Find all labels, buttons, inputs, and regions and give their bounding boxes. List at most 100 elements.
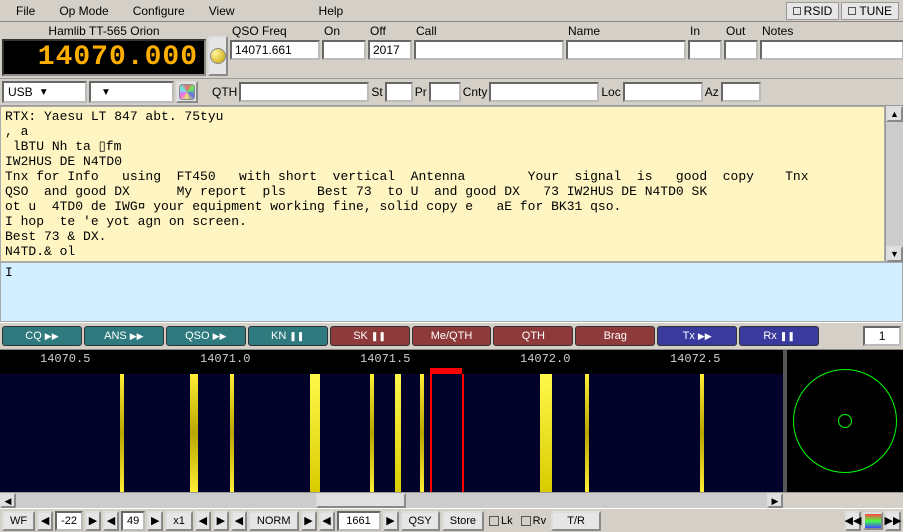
macro-ans[interactable]: ANS▶▶ <box>84 326 164 346</box>
qth-input[interactable] <box>239 82 369 102</box>
menu-view[interactable]: View <box>197 2 247 20</box>
menu-file[interactable]: File <box>4 2 47 20</box>
cursor-line <box>430 374 432 492</box>
cursor-line <box>462 374 464 492</box>
submode-dropdown[interactable]: ▼ <box>89 81 174 103</box>
menu-configure[interactable]: Configure <box>121 2 197 20</box>
qsy-button[interactable]: QSY <box>401 511 440 531</box>
in-label: In <box>688 24 722 38</box>
rv-toggle[interactable]: Rv <box>518 515 549 527</box>
zoom-right-icon[interactable]: ▶ <box>213 511 229 531</box>
lookup-icon[interactable] <box>208 36 228 76</box>
name-input[interactable] <box>566 40 686 60</box>
vfo-frequency[interactable]: 14070.000 <box>2 39 206 76</box>
store-button[interactable]: Store <box>442 511 484 531</box>
transmit-text[interactable]: I <box>0 262 903 322</box>
tr-button[interactable]: T/R <box>551 511 601 531</box>
macro-qth-label: QTH <box>522 330 545 342</box>
wf-upper-value[interactable]: 49 <box>121 511 145 531</box>
norm-button[interactable]: NORM <box>249 511 299 531</box>
macro-tx[interactable]: Tx▶▶ <box>657 326 737 346</box>
play-icon: ▶▶ <box>213 331 227 342</box>
lk-toggle[interactable]: Lk <box>486 515 516 527</box>
signal-trace <box>230 374 234 492</box>
wf-lower-value[interactable]: -22 <box>55 511 83 531</box>
loc-input[interactable] <box>623 82 703 102</box>
rx-scrollbar[interactable]: ▲ ▼ <box>885 106 903 262</box>
off-input[interactable] <box>368 40 412 60</box>
macro-set-number[interactable]: 1 <box>863 326 901 346</box>
macro-meqth[interactable]: Me/QTH <box>412 326 492 346</box>
az-input[interactable] <box>721 82 761 102</box>
hscroll-thumb[interactable] <box>316 493 406 508</box>
wf-right-icon[interactable]: ▶ <box>85 511 101 531</box>
cnty-input[interactable] <box>489 82 599 102</box>
macro-rx[interactable]: Rx❚❚ <box>739 326 819 346</box>
tune-button[interactable]: TUNE <box>841 2 899 20</box>
menu-opmode[interactable]: Op Mode <box>47 2 120 20</box>
menu-help[interactable]: Help <box>307 2 356 20</box>
signal-trace <box>420 374 424 492</box>
waterfall-hscroll[interactable]: ◀ ▶ <box>0 492 903 508</box>
checkbox-icon <box>489 516 499 526</box>
macro-cq[interactable]: CQ▶▶ <box>2 326 82 346</box>
scroll-left-icon[interactable]: ◀ <box>0 493 16 508</box>
norm-left-icon[interactable]: ◀ <box>231 511 247 531</box>
macro-brag[interactable]: Brag <box>575 326 655 346</box>
mode-dropdown[interactable]: USB ▼ <box>2 81 87 103</box>
rsid-button[interactable]: RSID <box>786 2 840 20</box>
norm-right-icon[interactable]: ▶ <box>301 511 317 531</box>
scroll-track[interactable] <box>886 122 903 246</box>
sql-indicator-icon[interactable] <box>863 512 883 530</box>
frequency-scale[interactable]: 14070.5 14071.0 14071.5 14072.0 14072.5 <box>0 350 783 374</box>
zoom-button[interactable]: x1 <box>165 511 193 531</box>
on-input[interactable] <box>322 40 366 60</box>
palette-button[interactable] <box>176 81 198 103</box>
wf-right2-icon[interactable]: ▶ <box>147 511 163 531</box>
hscroll-track[interactable] <box>16 493 767 508</box>
chevron-down-icon: ▼ <box>39 87 49 98</box>
lk-label: Lk <box>501 515 513 527</box>
notes-input[interactable] <box>760 40 903 60</box>
in-input[interactable] <box>688 40 722 60</box>
bulb-icon <box>210 48 226 64</box>
zoom-left-icon[interactable]: ◀ <box>195 511 211 531</box>
afc-right-icon[interactable]: ▶▶ <box>885 511 901 531</box>
cursor-freq[interactable]: 1661 <box>337 511 381 531</box>
qsofreq-input[interactable] <box>230 40 320 60</box>
macro-qso[interactable]: QSO ▶▶ <box>166 326 246 346</box>
scroll-up-icon[interactable]: ▲ <box>886 106 903 122</box>
signal-trace <box>190 374 198 492</box>
st-label: St <box>371 85 382 99</box>
cursor-right-icon[interactable]: ▶ <box>383 511 399 531</box>
az-label: Az <box>705 85 719 99</box>
macro-qth[interactable]: QTH <box>493 326 573 346</box>
wf-left-icon[interactable]: ◀ <box>37 511 53 531</box>
scope-circle-icon <box>793 369 897 473</box>
wf-mode-button[interactable]: WF <box>2 511 35 531</box>
signal-trace <box>120 374 124 492</box>
rig-title: Hamlib TT-565 Orion <box>2 24 206 38</box>
palette-icon <box>179 84 195 100</box>
macro-kn[interactable]: KN❚❚ <box>248 326 328 346</box>
scroll-down-icon[interactable]: ▼ <box>886 246 903 262</box>
play-icon: ▶▶ <box>45 331 59 342</box>
out-input[interactable] <box>724 40 758 60</box>
macro-sk[interactable]: SK❚❚ <box>330 326 410 346</box>
call-input[interactable] <box>414 40 564 60</box>
st-input[interactable] <box>385 82 413 102</box>
wf-left2-icon[interactable]: ◀ <box>103 511 119 531</box>
play-icon: ▶▶ <box>698 331 712 342</box>
name-label: Name <box>566 24 686 38</box>
macro-qso-label: QSO <box>185 330 209 342</box>
waterfall-canvas[interactable] <box>0 374 783 492</box>
afc-left-icon[interactable]: ◀◀ <box>845 511 861 531</box>
on-label: On <box>322 24 366 38</box>
waterfall[interactable]: 14070.5 14071.0 14071.5 14072.0 14072.5 <box>0 350 783 492</box>
receive-text[interactable]: RTX: Yaesu LT 847 abt. 75tyu , a lBTU Nh… <box>0 106 885 262</box>
pr-input[interactable] <box>429 82 461 102</box>
scroll-right-icon[interactable]: ▶ <box>767 493 783 508</box>
rsid-label: RSID <box>804 4 833 18</box>
signal-trace <box>395 374 401 492</box>
cursor-left-icon[interactable]: ◀ <box>319 511 335 531</box>
